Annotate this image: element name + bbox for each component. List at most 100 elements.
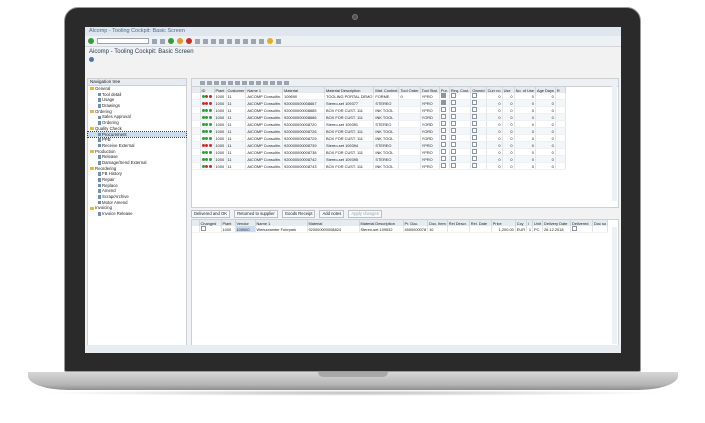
find-next-icon[interactable] (211, 38, 216, 44)
checkbox[interactable] (440, 149, 446, 154)
row-selector[interactable] (192, 226, 200, 233)
help-icon[interactable] (267, 38, 273, 44)
checkbox[interactable] (472, 163, 478, 168)
cancel-icon[interactable] (186, 38, 192, 44)
checkbox[interactable] (472, 114, 478, 119)
row-selector[interactable] (192, 162, 201, 170)
checkbox[interactable] (472, 135, 478, 140)
checkbox[interactable] (450, 149, 456, 154)
grid-scrollbar[interactable] (612, 227, 617, 344)
checkbox[interactable] (472, 107, 478, 112)
last-page-icon[interactable] (243, 38, 248, 44)
sort-desc-icon[interactable] (214, 80, 219, 85)
checkbox[interactable] (440, 163, 446, 168)
checkbox[interactable] (450, 93, 456, 98)
next-page-icon[interactable] (235, 38, 240, 44)
filter-icon[interactable] (228, 80, 233, 85)
checkbox[interactable] (450, 156, 456, 161)
row-selector[interactable] (192, 106, 201, 114)
column-header[interactable]: Tool Order (398, 87, 421, 93)
checkbox[interactable] (472, 121, 478, 126)
column-header[interactable]: Customer (226, 87, 247, 93)
tree-node[interactable]: Invoice Release (88, 211, 186, 217)
row-selector[interactable] (192, 155, 201, 163)
graphic-icon[interactable] (277, 80, 282, 85)
row-selector[interactable] (192, 148, 201, 156)
find-icon[interactable] (203, 38, 208, 44)
print-icon[interactable] (249, 80, 254, 85)
sum-icon[interactable] (235, 80, 240, 85)
checkbox[interactable] (440, 93, 446, 98)
add-notes-button[interactable]: Add notes (319, 209, 345, 218)
checkbox[interactable] (572, 226, 578, 231)
checkbox[interactable] (450, 100, 456, 105)
table-row[interactable]: 1000 11 AICOMP Consultin. 920000000008685 BO… (192, 106, 566, 114)
goods-receipt-button[interactable]: Goods Receipt (281, 209, 316, 218)
details-icon[interactable] (200, 80, 205, 85)
checkbox[interactable] (440, 100, 446, 105)
checkbox[interactable] (450, 142, 456, 147)
column-header[interactable]: Age Days (535, 87, 556, 93)
export-icon[interactable] (263, 80, 268, 85)
checkbox[interactable] (450, 128, 456, 133)
table-row[interactable]: 1000 11 AICOMP Consultin. 920000000008720 St… (192, 120, 566, 128)
checkbox[interactable] (440, 135, 446, 140)
exit-icon[interactable] (177, 38, 183, 44)
checkbox[interactable] (472, 156, 478, 161)
row-selector[interactable] (192, 113, 201, 121)
checkbox[interactable] (440, 128, 446, 133)
checkbox[interactable] (472, 100, 478, 105)
checkbox[interactable] (440, 142, 446, 147)
column-header[interactable]: No. of Use (514, 87, 536, 93)
back-icon[interactable] (168, 38, 174, 44)
sort-asc-icon[interactable] (207, 80, 212, 85)
checkbox[interactable] (450, 163, 456, 168)
row-selector[interactable] (192, 127, 201, 135)
table-row[interactable]: 1000 100000 Werkzeamter Fuhrpark 9200000000… (192, 226, 609, 233)
print-icon[interactable] (195, 38, 200, 44)
table-row[interactable]: 1000 11 AICOMP Consultin. 920000000008686 BO… (192, 113, 566, 121)
checkbox[interactable] (472, 142, 478, 147)
row-selector[interactable] (192, 134, 201, 142)
checkbox[interactable] (450, 114, 456, 119)
subtotal-icon[interactable] (242, 80, 247, 85)
column-header[interactable]: Doc so (592, 220, 609, 226)
back-double-icon[interactable] (152, 38, 157, 44)
settings-icon[interactable] (276, 38, 281, 44)
enter-icon[interactable] (88, 38, 94, 44)
views-icon[interactable] (256, 80, 261, 85)
returned-supplier-button[interactable]: Returned to supplier (234, 209, 278, 218)
column-header[interactable]: Doc. Item (427, 220, 448, 226)
row-selector[interactable] (192, 99, 201, 107)
delivered-ok-button[interactable]: Delivered and OK (191, 209, 231, 218)
checkbox[interactable] (472, 93, 478, 98)
checkbox[interactable] (440, 121, 446, 126)
info-icon[interactable] (284, 80, 289, 85)
save-icon[interactable] (160, 38, 165, 44)
checkbox[interactable] (440, 107, 446, 112)
checkbox[interactable] (472, 128, 478, 133)
refresh-icon[interactable] (89, 57, 94, 62)
layout-icon[interactable] (270, 80, 275, 85)
apply-changes-button[interactable]: Apply changes (348, 209, 382, 218)
table-row[interactable]: 1000 11 AICOMP Consultin. 920000000008726 BO… (192, 127, 566, 135)
table-row[interactable]: 1000 11 AICOMP Consultin. 920000000008743 BO… (192, 162, 566, 170)
new-session-icon[interactable] (251, 38, 256, 44)
column-header[interactable]: Plant (214, 87, 227, 93)
row-selector[interactable] (192, 120, 201, 128)
grid-scrollbar[interactable] (612, 86, 617, 201)
checkbox[interactable] (450, 107, 456, 112)
command-field[interactable] (97, 38, 149, 44)
find-icon[interactable] (221, 80, 226, 85)
column-header[interactable]: Tool Stat. (420, 87, 440, 93)
column-header[interactable]: Rel Descr. (447, 220, 470, 226)
checkbox[interactable] (450, 121, 456, 126)
table-row[interactable]: 1000 11 AICOMP Consultin. 920000000008729 BO… (192, 134, 566, 142)
checkbox[interactable] (200, 226, 206, 231)
table-row[interactable]: 1000 11 AICOMP Consultin. 920000000008739 St… (192, 141, 566, 149)
table-row[interactable]: 1000 11 AICOMP Consultin. 920000000008742 St… (192, 155, 566, 163)
first-page-icon[interactable] (219, 38, 224, 44)
column-header[interactable]: Mat. Context (373, 87, 400, 93)
prev-page-icon[interactable] (227, 38, 232, 44)
checkbox[interactable] (440, 156, 446, 161)
